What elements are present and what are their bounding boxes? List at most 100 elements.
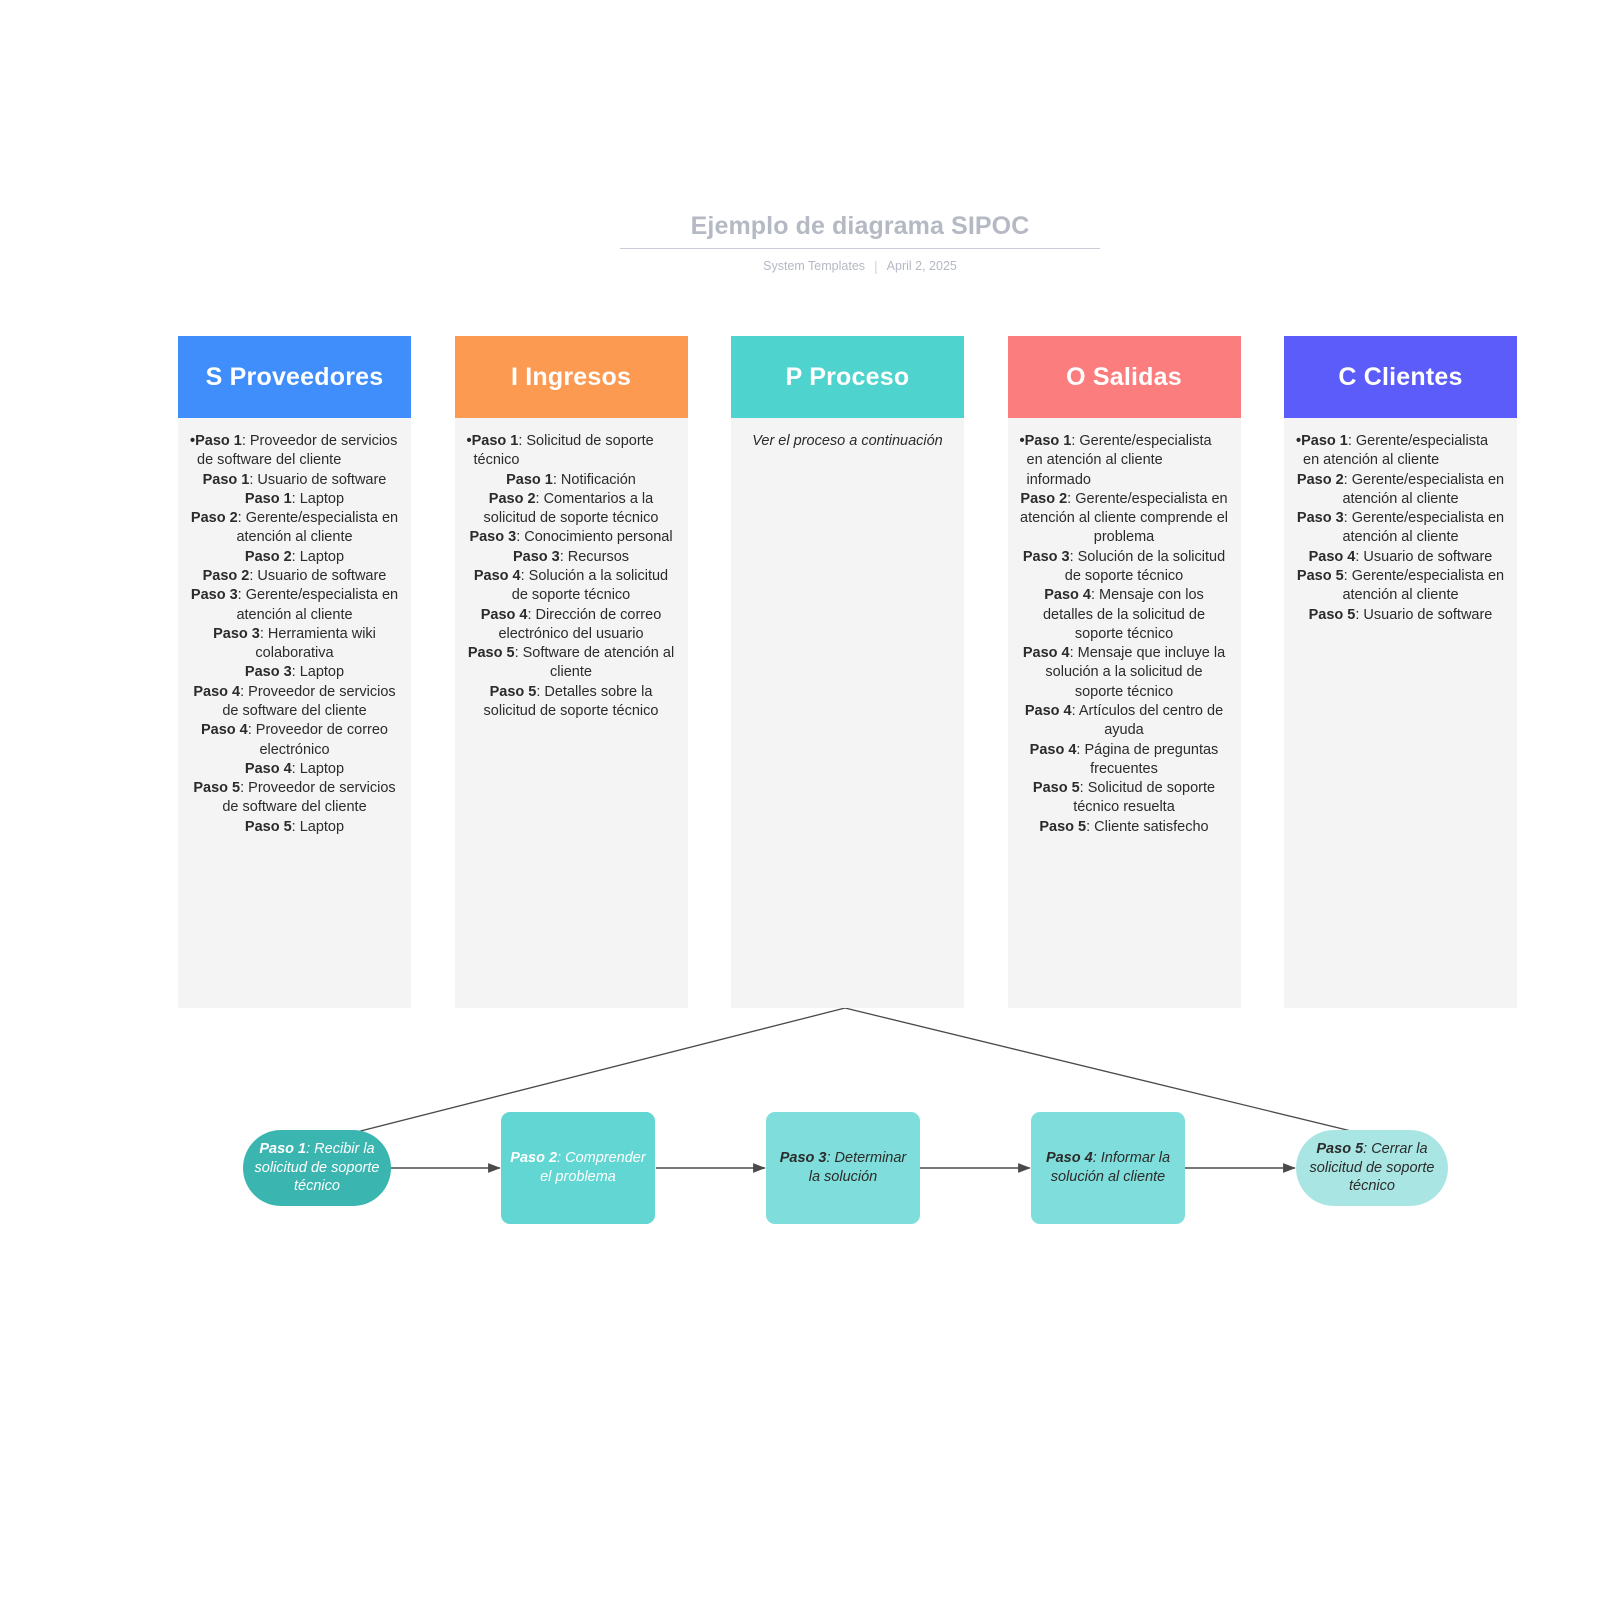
step-label: Paso 1	[195, 433, 242, 449]
flow-step-label: Paso 1	[259, 1140, 307, 1157]
author-label: System Templates	[763, 259, 866, 273]
step-label: Paso 4	[1029, 741, 1077, 758]
step-label: Paso 5	[193, 780, 241, 797]
column-item: Paso 1: Notificación	[467, 471, 676, 490]
flow-node-step-1[interactable]: Paso 1: Recibir la solicitud de soporte …	[243, 1130, 391, 1206]
item-text: : Software de atención al cliente	[514, 645, 675, 681]
column-title: S Proveedores	[205, 362, 384, 391]
item-text: : Gerente/especialista en atención al cl…	[236, 587, 399, 623]
date-label: April 2, 2025	[886, 259, 957, 273]
sipoc-columns: S Proveedores •Paso 1: Proveedor de servi…	[178, 336, 1517, 1008]
sipoc-column-process: P Proceso Ver el proceso a continuación	[731, 336, 964, 1008]
step-label: Paso 5	[1308, 606, 1356, 623]
column-item: Paso 4: Mensaje con los detalles de la s…	[1020, 586, 1229, 644]
title-block: Ejemplo de diagrama SIPOC System Templat…	[620, 212, 1100, 274]
column-item: Paso 2: Gerente/especialista en atención…	[1296, 471, 1505, 510]
column-item: Paso 4: Mensaje que incluye la solución …	[1020, 644, 1229, 702]
item-text: : Laptop	[291, 818, 345, 835]
item-text: : Herramienta wiki colaborativa	[255, 625, 376, 662]
column-item: •Paso 1: Proveedor de servicios de softw…	[190, 432, 399, 471]
column-title: O Salidas	[1066, 362, 1182, 391]
column-item: Paso 4: Proveedor de correo electrónico	[190, 721, 399, 760]
step-label: Paso 5	[1032, 780, 1080, 797]
column-header-customers: C Clientes	[1284, 336, 1517, 418]
item-text: : Notificación	[552, 471, 636, 488]
item-text: : Laptop	[291, 490, 345, 507]
sipoc-column-inputs: I Ingresos •Paso 1: Solicitud de soporte …	[454, 336, 688, 1008]
item-text: : Mensaje que incluye la solución a la s…	[1045, 645, 1226, 700]
column-item: Paso 3: Solución de la solicitud de sopo…	[1020, 548, 1229, 587]
flow-node-step-5[interactable]: Paso 5: Cerrar la solicitud de soporte t…	[1296, 1130, 1448, 1206]
column-header-suppliers: S Proveedores	[178, 336, 411, 418]
step-label: Paso 5	[1039, 818, 1087, 835]
column-body-outputs: •Paso 1: Gerente/especialista en atenció…	[1007, 418, 1241, 1008]
flow-step-label: Paso 2	[510, 1150, 558, 1167]
item-text: : Laptop	[291, 548, 345, 565]
item-text: : Página de preguntas frecuentes	[1076, 741, 1219, 777]
column-body-process: Ver el proceso a continuación	[731, 418, 964, 1008]
column-item: Paso 2: Gerente/especialista en atención…	[190, 509, 399, 548]
step-label: Paso 4	[1044, 587, 1091, 604]
page-title: Ejemplo de diagrama SIPOC	[620, 212, 1100, 249]
item-text: : Laptop	[291, 664, 345, 681]
step-label: Paso 2	[1020, 490, 1068, 507]
column-body-customers: •Paso 1: Gerente/especialista en atenció…	[1284, 418, 1517, 1008]
step-label: Paso 5	[244, 818, 292, 835]
flow-node-step-4[interactable]: Paso 4: Informar la solución al cliente	[1031, 1112, 1185, 1224]
column-item: •Paso 1: Gerente/especialista en atenció…	[1296, 432, 1505, 471]
item-text: : Solución a la solicitud de soporte téc…	[511, 567, 669, 604]
column-item: Paso 2: Usuario de software	[190, 567, 399, 586]
column-item: Paso 4: Proveedor de servicios de softwa…	[190, 683, 399, 722]
column-item: Paso 2: Gerente/especialista en atención…	[1020, 490, 1229, 548]
sipoc-column-suppliers: S Proveedores •Paso 1: Proveedor de servi…	[178, 336, 411, 1008]
item-text: : Proveedor de correo electrónico	[247, 722, 388, 758]
step-label: Paso 2	[202, 567, 250, 584]
step-label: Paso 3	[190, 587, 238, 604]
item-text: : Cliente satisfecho	[1086, 818, 1209, 835]
column-item: Paso 5: Laptop	[190, 818, 399, 837]
step-label: Paso 1	[1024, 433, 1072, 449]
item-text: : Conocimiento personal	[516, 529, 673, 546]
step-label: Paso 1	[506, 471, 553, 488]
column-item: Paso 3: Recursos	[467, 548, 676, 567]
flow-node-step-2[interactable]: Paso 2: Comprender el problema	[501, 1112, 655, 1224]
item-text: : Solicitud de soporte técnico resuelta	[1073, 780, 1216, 816]
column-item: Paso 5: Gerente/especialista en atención…	[1296, 567, 1505, 606]
step-label: Paso 4	[1024, 702, 1072, 719]
item-text: : Usuario de software	[1355, 548, 1493, 565]
step-label: Paso 4	[1022, 645, 1070, 662]
step-label: Paso 1	[1301, 433, 1348, 449]
process-note: Ver el proceso a continuación	[752, 433, 943, 449]
column-header-inputs: I Ingresos	[454, 336, 688, 418]
step-label: Paso 4	[244, 760, 292, 777]
step-label: Paso 5	[467, 645, 515, 662]
item-text: : Gerente/especialista en atención al cl…	[1342, 510, 1505, 546]
item-text: : Usuario de software	[249, 471, 387, 488]
column-header-process: P Proceso	[731, 336, 964, 418]
item-text: : Solución de la solicitud de soporte té…	[1064, 548, 1226, 584]
column-item: Paso 3: Herramienta wiki colaborativa	[190, 625, 399, 664]
step-label: Paso 4	[201, 722, 248, 739]
column-item: Paso 4: Laptop	[190, 760, 399, 779]
column-item: Paso 4: Dirección de correo electrónico …	[467, 606, 676, 645]
item-text: : Proveedor de servicios de software del…	[222, 683, 396, 719]
item-text: : Artículos del centro de ayuda	[1071, 702, 1224, 739]
step-label: Paso 1	[244, 490, 292, 507]
step-label: Paso 2	[244, 548, 292, 565]
column-item: Paso 3: Conocimiento personal	[467, 528, 676, 547]
column-header-outputs: O Salidas	[1007, 336, 1241, 418]
column-title: C Clientes	[1338, 362, 1463, 391]
column-item: Paso 4: Solución a la solicitud de sopor…	[467, 567, 676, 606]
item-text: : Usuario de software	[1355, 606, 1493, 623]
step-label: Paso 4	[473, 567, 521, 584]
process-flow: Paso 1: Recibir la solicitud de soporte …	[243, 1112, 1448, 1224]
column-item: Paso 2: Laptop	[190, 548, 399, 567]
column-title: I Ingresos	[510, 362, 632, 391]
item-text: : Recursos	[559, 548, 630, 565]
column-item: Paso 5: Software de atención al cliente	[467, 644, 676, 683]
flow-node-step-3[interactable]: Paso 3: Determinar la solución	[766, 1112, 920, 1224]
flow-step-label: Paso 5	[1316, 1140, 1364, 1157]
sipoc-column-customers: C Clientes •Paso 1: Gerente/especialista …	[1284, 336, 1517, 1008]
step-label: Paso 5	[1296, 567, 1344, 584]
column-item: Paso 5: Usuario de software	[1296, 606, 1505, 625]
